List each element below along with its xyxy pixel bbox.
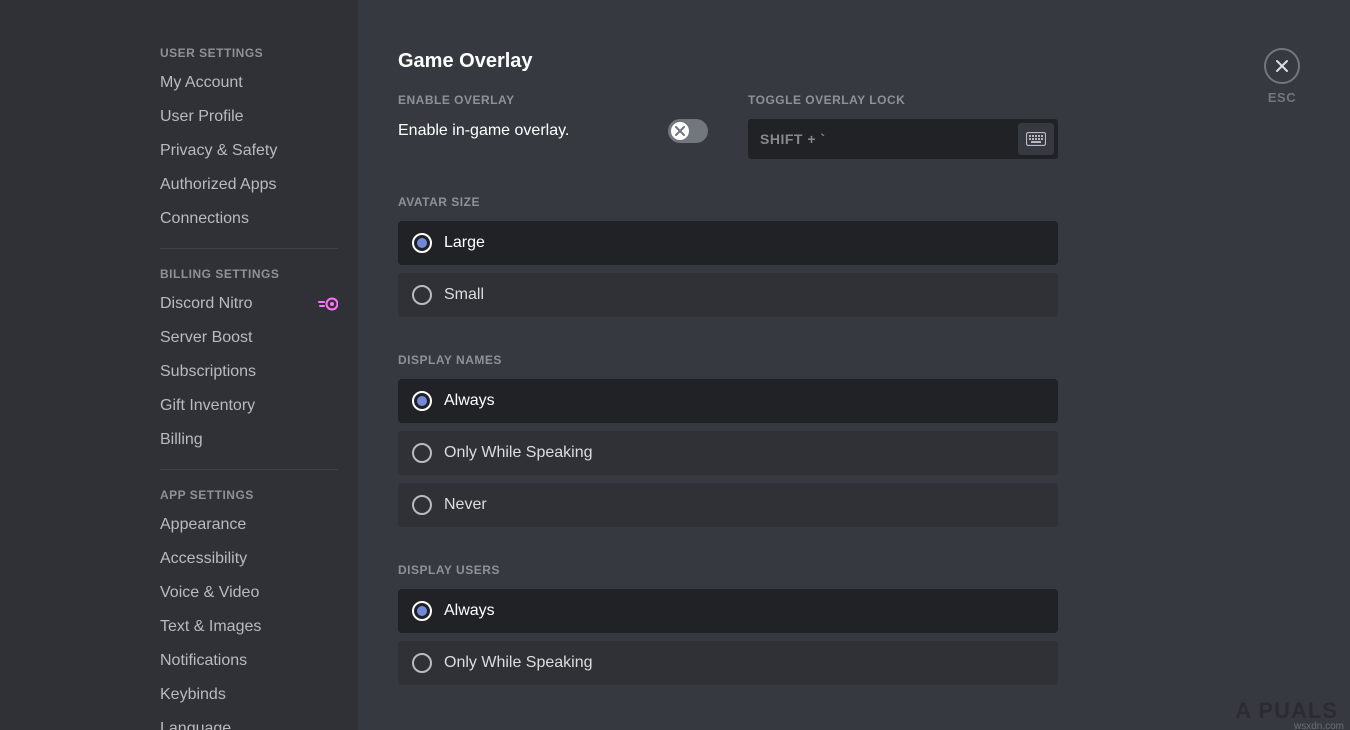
display-users-group: Always Only While Speaking xyxy=(398,589,1058,685)
sidebar-divider xyxy=(160,469,338,470)
sidebar-item-label: Discord Nitro xyxy=(160,295,252,313)
sidebar-item-label: Server Boost xyxy=(160,329,252,347)
sidebar-divider xyxy=(160,248,338,249)
display-users-option-always[interactable]: Always xyxy=(398,589,1058,633)
sidebar-item-connections[interactable]: Connections xyxy=(150,202,348,236)
sidebar-item-label: Accessibility xyxy=(160,550,247,568)
sidebar-item-voice-video[interactable]: Voice & Video xyxy=(150,576,348,610)
sidebar-item-accessibility[interactable]: Accessibility xyxy=(150,542,348,576)
radio-circle-icon xyxy=(412,495,432,515)
avatar-size-header: AVATAR SIZE xyxy=(398,195,1058,209)
toggle-knob xyxy=(671,122,689,140)
keyboard-icon xyxy=(1018,123,1054,155)
sidebar-section-header: USER SETTINGS xyxy=(150,40,348,66)
sidebar-section-header: BILLING SETTINGS xyxy=(150,261,348,287)
sidebar-item-label: Voice & Video xyxy=(160,584,259,602)
avatar-size-option-large[interactable]: Large xyxy=(398,221,1058,265)
sidebar-item-label: Gift Inventory xyxy=(160,397,255,415)
enable-overlay-header: ENABLE OVERLAY xyxy=(398,93,708,107)
sidebar-item-discord-nitro[interactable]: Discord Nitro xyxy=(150,287,348,321)
keybind-value: SHIFT + ` xyxy=(760,131,826,147)
close-label: ESC xyxy=(1264,90,1300,105)
settings-content: Game Overlay ENABLE OVERLAY Enable in-ga… xyxy=(358,0,1350,730)
radio-circle-icon xyxy=(412,391,432,411)
sidebar-item-appearance[interactable]: Appearance xyxy=(150,508,348,542)
display-names-option-only-while-speaking[interactable]: Only While Speaking xyxy=(398,431,1058,475)
page-title: Game Overlay xyxy=(398,50,1058,73)
source-note: wsxdn.com xyxy=(1294,721,1344,730)
sidebar-item-billing[interactable]: Billing xyxy=(150,423,348,457)
sidebar-item-label: User Profile xyxy=(160,108,244,126)
sidebar-item-label: Notifications xyxy=(160,652,247,670)
sidebar-item-label: My Account xyxy=(160,74,243,92)
radio-label: Small xyxy=(444,286,484,304)
sidebar-item-label: Connections xyxy=(160,210,249,228)
close-button[interactable] xyxy=(1264,48,1300,84)
settings-sidebar: USER SETTINGS My Account User Profile Priva… xyxy=(0,0,358,730)
radio-label: Only While Speaking xyxy=(444,654,593,672)
avatar-size-option-small[interactable]: Small xyxy=(398,273,1058,317)
sidebar-item-keybinds[interactable]: Keybinds xyxy=(150,678,348,712)
nitro-icon xyxy=(318,297,338,311)
toggle-lock-header: TOGGLE OVERLAY LOCK xyxy=(748,93,1058,107)
radio-circle-icon xyxy=(412,233,432,253)
display-names-option-always[interactable]: Always xyxy=(398,379,1058,423)
sidebar-item-label: Subscriptions xyxy=(160,363,256,381)
sidebar-item-language[interactable]: Language xyxy=(150,712,348,730)
sidebar-item-label: Language xyxy=(160,720,231,730)
sidebar-item-label: Billing xyxy=(160,431,203,449)
sidebar-item-label: Privacy & Safety xyxy=(160,142,277,160)
sidebar-item-subscriptions[interactable]: Subscriptions xyxy=(150,355,348,389)
radio-circle-icon xyxy=(412,653,432,673)
display-users-option-only-while-speaking[interactable]: Only While Speaking xyxy=(398,641,1058,685)
sidebar-item-user-profile[interactable]: User Profile xyxy=(150,100,348,134)
radio-label: Always xyxy=(444,602,495,620)
radio-circle-icon xyxy=(412,285,432,305)
sidebar-item-label: Text & Images xyxy=(160,618,261,636)
display-users-header: DISPLAY USERS xyxy=(398,563,1058,577)
sidebar-item-text-images[interactable]: Text & Images xyxy=(150,610,348,644)
sidebar-section-header: APP SETTINGS xyxy=(150,482,348,508)
enable-overlay-toggle[interactable] xyxy=(668,119,708,143)
radio-circle-icon xyxy=(412,443,432,463)
sidebar-item-server-boost[interactable]: Server Boost xyxy=(150,321,348,355)
sidebar-item-notifications[interactable]: Notifications xyxy=(150,644,348,678)
sidebar-item-my-account[interactable]: My Account xyxy=(150,66,348,100)
radio-label: Only While Speaking xyxy=(444,444,593,462)
sidebar-item-gift-inventory[interactable]: Gift Inventory xyxy=(150,389,348,423)
display-names-header: DISPLAY NAMES xyxy=(398,353,1058,367)
display-names-option-never[interactable]: Never xyxy=(398,483,1058,527)
radio-label: Large xyxy=(444,234,485,252)
sidebar-item-label: Authorized Apps xyxy=(160,176,277,194)
sidebar-item-label: Keybinds xyxy=(160,686,226,704)
radio-circle-icon xyxy=(412,601,432,621)
display-names-group: Always Only While Speaking Never xyxy=(398,379,1058,527)
sidebar-item-label: Appearance xyxy=(160,516,246,534)
sidebar-item-authorized-apps[interactable]: Authorized Apps xyxy=(150,168,348,202)
sidebar-item-privacy-safety[interactable]: Privacy & Safety xyxy=(150,134,348,168)
enable-overlay-label: Enable in-game overlay. xyxy=(398,122,569,140)
radio-label: Always xyxy=(444,392,495,410)
toggle-lock-keybind[interactable]: SHIFT + ` xyxy=(748,119,1058,159)
avatar-size-group: Large Small xyxy=(398,221,1058,317)
radio-label: Never xyxy=(444,496,487,514)
